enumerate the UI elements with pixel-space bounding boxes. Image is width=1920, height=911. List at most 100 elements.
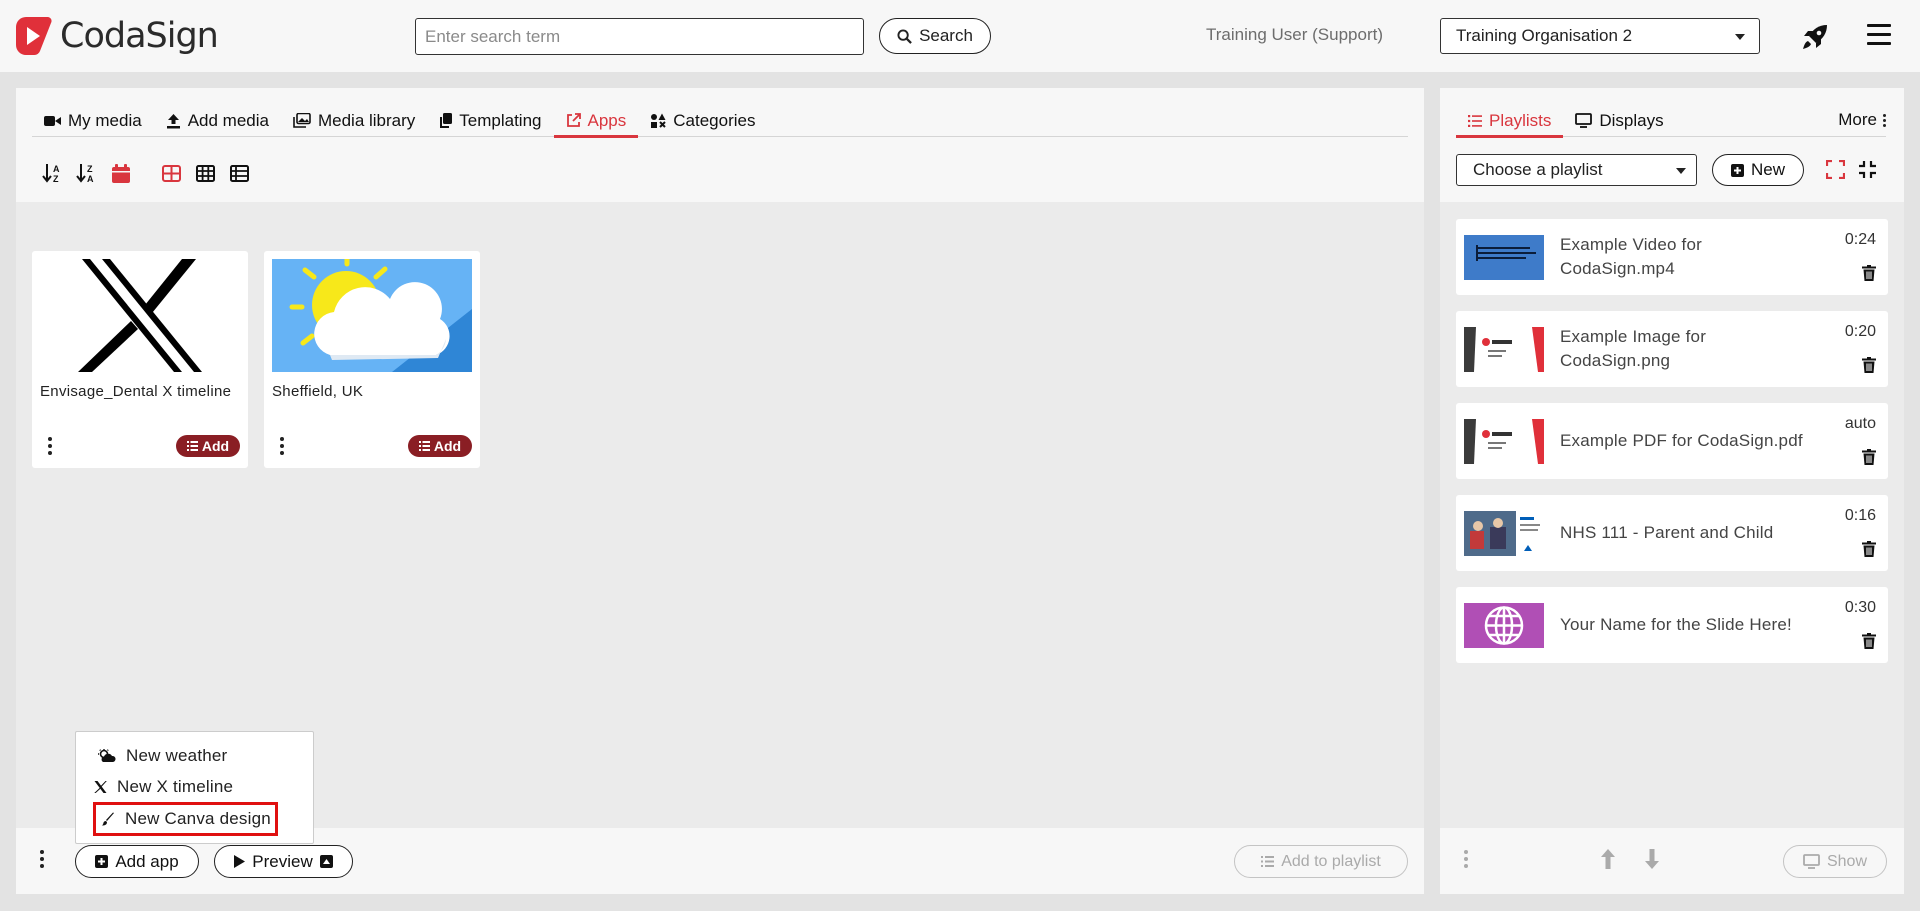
x-icon — [94, 781, 107, 793]
playlist-item-thumbnail — [1464, 511, 1544, 556]
add-to-playlist-button[interactable]: Add to playlist — [1234, 845, 1408, 878]
arrow-up-icon[interactable] — [1600, 848, 1616, 870]
trash-icon[interactable] — [1862, 357, 1876, 373]
weather-cloud-sun-icon — [289, 259, 472, 372]
tab-label: Media library — [317, 110, 416, 130]
playlist-select[interactable]: Choose a playlist — [1456, 154, 1697, 186]
sort-alpha-asc-button[interactable]: AZ — [36, 158, 70, 188]
more-menu-button[interactable]: More — [1838, 110, 1886, 130]
playlist-item-duration[interactable]: 0:20 — [1845, 323, 1876, 341]
playlist-item-name: Example Image for CodaSign.png — [1560, 327, 1707, 370]
tab-displays[interactable]: Displays — [1563, 104, 1675, 137]
monitor-icon — [1803, 854, 1820, 869]
playlist-item-duration[interactable]: 0:30 — [1845, 599, 1876, 617]
playlist-item-thumbnail — [1464, 235, 1544, 280]
trash-icon[interactable] — [1862, 541, 1876, 557]
add-app-button[interactable]: Add app — [75, 845, 199, 878]
playlist-item-duration[interactable]: 0:16 — [1845, 507, 1876, 525]
tab-apps[interactable]: Apps — [553, 104, 639, 138]
arrow-down-icon[interactable] — [1644, 848, 1660, 870]
playlist-item-duration[interactable]: auto — [1845, 415, 1876, 433]
more-options-icon[interactable] — [40, 850, 44, 868]
rocket-icon[interactable] — [1800, 22, 1830, 52]
view-list-button[interactable] — [222, 158, 256, 188]
sort-alpha-desc-button[interactable]: ZA — [70, 158, 104, 188]
playlist-panel-header: Playlists Displays More Choose a playlis… — [1440, 88, 1904, 202]
codasign-logo-icon — [16, 17, 52, 56]
playlist-select-value: Choose a playlist — [1473, 160, 1603, 179]
hamburger-menu-icon[interactable] — [1867, 24, 1891, 46]
compress-icon[interactable] — [1858, 160, 1877, 179]
large-grid-icon — [161, 164, 181, 182]
playlist-item-name: Your Name for the Slide Here! — [1560, 615, 1792, 634]
app-thumbnail — [272, 259, 472, 372]
chevron-down-icon — [1735, 34, 1745, 40]
brush-icon — [101, 812, 114, 826]
sort-alpha-desc-icon: ZA — [76, 164, 94, 183]
tab-label: Apps — [587, 110, 627, 130]
trash-icon[interactable] — [1862, 633, 1876, 649]
playlist-bottom-bar: Show — [1440, 828, 1904, 894]
tab-add-media[interactable]: Add media — [154, 104, 281, 137]
tab-label: Playlists — [1489, 110, 1552, 130]
playlist-item[interactable]: Your Name for the Slide Here! 0:30 — [1456, 587, 1888, 663]
app-options-icon[interactable] — [46, 437, 54, 455]
images-icon — [293, 113, 311, 128]
expand-icon[interactable] — [1826, 160, 1845, 179]
app-add-button[interactable]: Add — [176, 435, 240, 457]
monitor-icon — [1575, 113, 1593, 128]
menu-item-label: New weather — [126, 746, 228, 765]
nhs-thumbnail-image — [1464, 511, 1540, 556]
codasign-logo[interactable]: CodaSign — [14, 14, 219, 58]
app-thumbnail — [40, 259, 240, 372]
view-small-grid-button[interactable] — [188, 158, 222, 188]
playlist-item-name: Example Video for CodaSign.mp4 — [1560, 235, 1702, 278]
app-card[interactable]: Envisage_Dental X timeline Add — [32, 251, 248, 468]
vertical-dots-icon — [1883, 113, 1886, 127]
more-options-icon[interactable] — [1464, 850, 1468, 868]
app-add-label: Add — [201, 438, 230, 454]
list-icon — [186, 441, 198, 451]
menu-item-new-x-timeline[interactable]: New X timeline — [94, 773, 233, 801]
tab-playlists[interactable]: Playlists — [1456, 104, 1564, 138]
show-button[interactable]: Show — [1783, 845, 1887, 878]
list-icon — [1261, 856, 1275, 867]
playlist-item[interactable]: Example PDF for CodaSign.pdf auto — [1456, 403, 1888, 479]
menu-item-new-weather[interactable]: New weather — [98, 742, 227, 770]
add-app-label: Add app — [115, 851, 179, 871]
calendar-icon — [112, 163, 130, 183]
tab-my-media[interactable]: My media — [32, 104, 154, 137]
preview-button[interactable]: Preview — [214, 845, 353, 878]
trash-icon[interactable] — [1862, 449, 1876, 465]
playlist-item-thumbnail — [1464, 603, 1544, 648]
top-header: CodaSign Search Training User (Support) … — [0, 0, 1920, 72]
app-card[interactable]: Sheffield, UK Add — [264, 251, 480, 468]
tab-categories[interactable]: Categories — [638, 104, 767, 137]
playlist-item[interactable]: Example Image for CodaSign.png 0:20 — [1456, 311, 1888, 387]
playlist-item[interactable]: Example Video for CodaSign.mp4 0:24 — [1456, 219, 1888, 295]
app-options-icon[interactable] — [278, 437, 286, 455]
globe-icon — [1484, 606, 1524, 645]
svg-text:Z: Z — [87, 164, 93, 174]
playlist-item-thumbnail — [1464, 419, 1544, 464]
current-user[interactable]: Training User (Support) — [1206, 25, 1383, 45]
organisation-select[interactable]: Training Organisation 2 — [1440, 18, 1760, 54]
search-input[interactable] — [415, 18, 864, 55]
tab-media-library[interactable]: Media library — [281, 104, 427, 137]
plus-square-icon — [1730, 163, 1744, 177]
tab-templating[interactable]: Templating — [427, 104, 553, 137]
playlist-item[interactable]: NHS 111 - Parent and Child 0:16 — [1456, 495, 1888, 571]
app-title: Envisage_Dental X timeline — [40, 383, 232, 400]
sort-date-button[interactable] — [104, 158, 138, 188]
menu-item-label: New X timeline — [117, 777, 234, 796]
app-add-button[interactable]: Add — [408, 435, 472, 457]
trash-icon[interactable] — [1862, 265, 1876, 281]
search-button[interactable]: Search — [879, 18, 991, 54]
view-large-grid-button[interactable] — [154, 158, 188, 188]
menu-item-label: New Canva design — [125, 809, 271, 828]
external-link-icon — [566, 113, 581, 127]
new-playlist-button[interactable]: New — [1712, 154, 1804, 186]
playlist-tabs: Playlists Displays — [1456, 104, 1886, 138]
menu-item-new-canva-design[interactable]: New Canva design — [93, 802, 278, 836]
playlist-item-duration[interactable]: 0:24 — [1845, 231, 1876, 249]
